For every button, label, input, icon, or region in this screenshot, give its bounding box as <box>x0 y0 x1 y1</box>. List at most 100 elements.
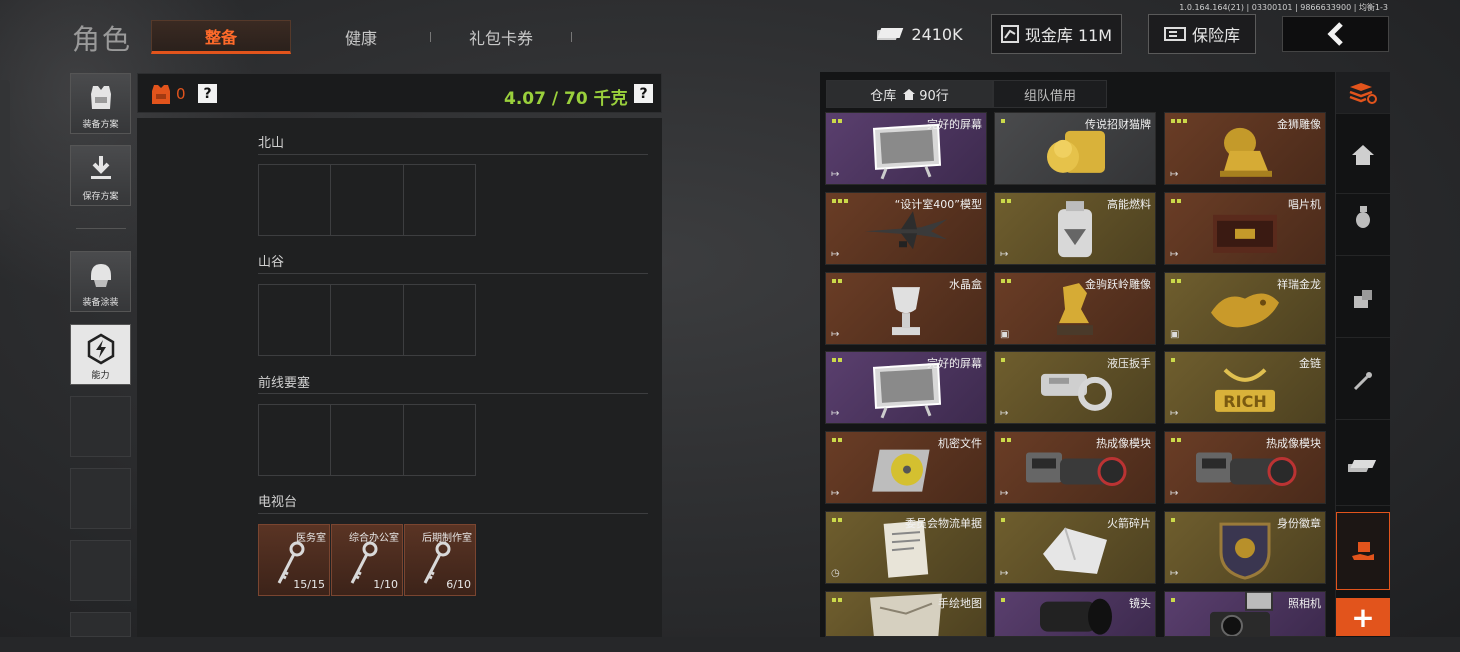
home-icon <box>1352 144 1374 165</box>
key-uses: 1/10 <box>373 578 398 591</box>
tab-warehouse-count: 90行 <box>919 88 949 104</box>
storage-item[interactable]: RICH 金链 ↦ <box>1164 351 1326 424</box>
cash-vault-button[interactable]: 现金库 11M <box>991 14 1122 54</box>
sidebar-label: 保存方案 <box>82 192 119 202</box>
key-slot-row[interactable] <box>258 404 476 476</box>
item-name: 高能燃料 <box>1107 198 1151 211</box>
storage-item[interactable]: “设计室400”模型 ↦ <box>825 192 987 265</box>
size-indicator <box>832 598 842 602</box>
home-icon <box>903 88 916 100</box>
tab-team-borrow[interactable]: 组队借用 <box>993 80 1107 108</box>
tab-label: 整备 <box>204 28 237 47</box>
storage-item[interactable]: 完好的屏幕 ↦ <box>825 351 987 424</box>
storage-item[interactable]: 机密文件 ↦ <box>825 431 987 504</box>
lion-statue-icon <box>1210 120 1280 184</box>
key-slot-row[interactable] <box>258 284 476 356</box>
storage-item[interactable]: 金狮雕像 ↦ <box>1164 112 1326 185</box>
storage-item[interactable]: 传说招财猫牌 <box>994 112 1156 185</box>
item-tag-icon: ↦ <box>1170 488 1179 499</box>
stack-refresh-icon <box>1349 82 1377 104</box>
storage-item[interactable]: 水晶盒 ↦ <box>825 272 987 345</box>
item-name: 金狮雕像 <box>1277 118 1321 131</box>
item-name: “设计室400”模型 <box>894 198 982 211</box>
storage-item[interactable]: 完好的屏幕 ↦ <box>825 112 987 185</box>
size-indicator <box>832 518 842 522</box>
cash-stack-icon <box>1348 459 1377 472</box>
grenade-icon <box>1356 205 1370 228</box>
key-uses: 6/10 <box>446 578 471 591</box>
storage-tabs: 仓库 90行 组队借用 <box>826 80 1107 108</box>
loadout-plan-button[interactable]: 装备方案 <box>70 73 131 134</box>
back-arrow-icon <box>1326 22 1343 46</box>
cash-vault-label: 现金库 11M <box>1024 26 1113 45</box>
svg-text:RICH: RICH <box>1223 391 1266 410</box>
size-indicator <box>1171 358 1175 362</box>
map-label-north-mountain: 北山 <box>258 136 285 151</box>
tab-team-label: 组队借用 <box>1023 88 1076 104</box>
bottom-bar <box>0 637 1460 652</box>
trophy-icon <box>876 279 936 344</box>
size-indicator <box>832 119 842 123</box>
armor-help-icon[interactable]: ? <box>198 84 217 103</box>
gold-chain-icon: RICH <box>1205 359 1285 423</box>
size-indicator <box>1001 279 1011 283</box>
map-label-frontline-fortress: 前线要塞 <box>258 376 311 391</box>
size-indicator <box>832 199 848 203</box>
category-valuables-button[interactable] <box>1336 428 1390 506</box>
item-tag-icon: ↦ <box>1000 568 1009 579</box>
map-divider <box>258 154 648 155</box>
key-card[interactable]: 医务室 15/15 <box>258 524 330 596</box>
item-tag-icon: ↦ <box>831 249 840 260</box>
tab-label: 健康 <box>344 29 377 48</box>
storage-item[interactable]: 身份徽章 ↦ <box>1164 511 1326 584</box>
rocket-fragment-icon <box>1035 519 1115 583</box>
back-button[interactable] <box>1282 16 1389 52</box>
skin-button[interactable]: 装备涂装 <box>70 251 131 312</box>
tool-icon <box>1353 371 1372 390</box>
storage-item[interactable]: 祥瑞金龙 ▣ <box>1164 272 1326 345</box>
map-divider <box>258 513 648 514</box>
empty-slot <box>70 396 131 457</box>
key-card[interactable]: 综合办公室 1/10 <box>331 524 403 596</box>
category-selected-button[interactable] <box>1336 512 1390 590</box>
storage-item[interactable]: 热成像模块 ↦ <box>994 431 1156 504</box>
weight-value: 4.07 / 70 千克 <box>504 89 628 109</box>
storage-item[interactable]: 金驹跃岭雕像 ▣ <box>994 272 1156 345</box>
item-name: 热成像模块 <box>1266 437 1321 450</box>
safe-label: 保险库 <box>1191 26 1240 45</box>
jet-model-icon <box>861 205 951 259</box>
item-name: 委员会物流单据 <box>905 517 982 530</box>
ability-button[interactable]: 能力 <box>70 324 131 385</box>
storage-item[interactable]: 热成像模块 ↦ <box>1164 431 1326 504</box>
storage-item[interactable]: 液压扳手 ↦ <box>994 351 1156 424</box>
storage-item[interactable]: 照相机 <box>1164 591 1326 637</box>
add-button[interactable]: + <box>1336 598 1390 636</box>
category-grenade-button[interactable] <box>1336 178 1390 256</box>
build-info: 1.0.164.164(21) | 03300101 | 9866633900 … <box>1179 3 1388 12</box>
safe-button[interactable]: 保险库 <box>1148 14 1256 54</box>
key-slot-row[interactable] <box>258 164 476 236</box>
category-tools-button[interactable] <box>1336 342 1390 420</box>
key-uses: 15/15 <box>293 578 325 591</box>
weight-help-icon[interactable]: ? <box>634 84 653 103</box>
size-indicator <box>1001 199 1011 203</box>
size-indicator <box>832 358 842 362</box>
tab-warehouse[interactable]: 仓库 90行 <box>826 80 993 108</box>
save-plan-button[interactable]: 保存方案 <box>70 145 131 206</box>
key-card[interactable]: 后期制作室 6/10 <box>404 524 476 596</box>
sort-button[interactable] <box>1336 72 1390 114</box>
item-tag-icon: ↦ <box>831 169 840 180</box>
storage-item[interactable]: 镜头 <box>994 591 1156 637</box>
sidebar-label: 装备涂装 <box>82 298 119 308</box>
storage-item[interactable]: 委员会物流单据 ◷ <box>825 511 987 584</box>
category-consumables-button[interactable] <box>1336 260 1390 338</box>
storage-item[interactable]: 唱片机 ↦ <box>1164 192 1326 265</box>
size-indicator <box>1171 119 1187 123</box>
tab-health[interactable]: 健康 <box>300 20 422 54</box>
tab-gift-vouchers[interactable]: 礼包卡券 <box>440 20 562 54</box>
tab-loadout[interactable]: 整备 <box>151 20 291 54</box>
storage-item[interactable]: 高能燃料 ↦ <box>994 192 1156 265</box>
storage-item[interactable]: 手绘地图 <box>825 591 987 637</box>
key-name: 医务室 <box>296 533 326 544</box>
storage-item[interactable]: 火箭碎片 ↦ <box>994 511 1156 584</box>
